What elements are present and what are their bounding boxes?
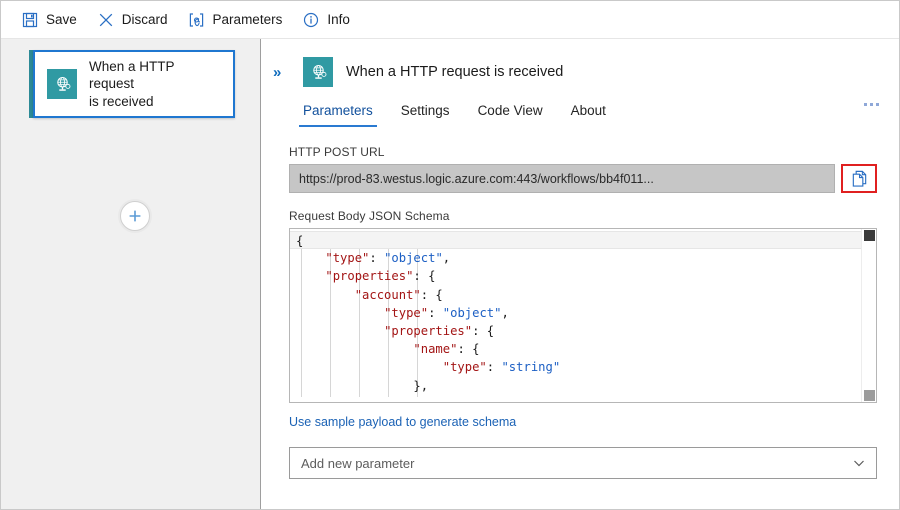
http-post-url-input[interactable]: https://prod-83.westus.logic.azure.com:4… xyxy=(289,164,835,193)
code-line: "type": "object", xyxy=(290,304,861,322)
add-new-parameter-dropdown[interactable]: Add new parameter xyxy=(289,447,877,479)
discard-x-icon xyxy=(97,11,115,29)
ellipsis-dot xyxy=(864,103,867,106)
info-button-label: Info xyxy=(327,13,350,27)
http-post-url-row: https://prod-83.westus.logic.azure.com:4… xyxy=(289,164,877,193)
add-step-button[interactable] xyxy=(120,201,150,231)
code-token: "properties" xyxy=(384,324,472,338)
code-token: "object" xyxy=(384,251,443,265)
trigger-node-title-line1: When a HTTP request xyxy=(89,58,217,93)
ellipsis-dot xyxy=(876,103,879,106)
scroll-up-arrow[interactable] xyxy=(864,230,875,241)
code-line: "name": { xyxy=(290,340,861,358)
code-token: : { xyxy=(421,288,443,302)
code-token: "type" xyxy=(325,251,369,265)
parameters-at-bracket-icon xyxy=(188,11,206,29)
copy-documents-icon xyxy=(850,169,869,188)
code-token: : { xyxy=(413,269,435,283)
code-token xyxy=(296,269,325,283)
code-token xyxy=(296,288,355,302)
more-options-ellipsis-icon[interactable] xyxy=(860,99,883,110)
use-sample-payload-link[interactable]: Use sample payload to generate schema xyxy=(289,415,516,429)
pane-header: » When a HTTP request is received xyxy=(261,39,899,91)
info-button[interactable]: Info xyxy=(296,7,360,33)
code-token xyxy=(296,360,443,374)
sample-payload-row: Use sample payload to generate schema xyxy=(289,413,877,431)
scroll-down-arrow[interactable] xyxy=(864,390,875,401)
save-floppy-icon xyxy=(21,11,39,29)
save-button-label: Save xyxy=(46,13,77,27)
code-token xyxy=(296,324,384,338)
parameters-button-label: Parameters xyxy=(213,13,283,27)
code-token xyxy=(296,342,413,356)
designer-canvas: When a HTTP request is received xyxy=(1,39,261,509)
code-line: "properties": { xyxy=(290,267,861,285)
code-line: "type": "string" xyxy=(290,358,861,376)
code-token: "type" xyxy=(384,306,428,320)
tab-settings[interactable]: Settings xyxy=(387,97,464,127)
code-line: { xyxy=(290,231,861,249)
save-button[interactable]: Save xyxy=(15,7,87,33)
discard-button-label: Discard xyxy=(122,13,168,27)
code-token: "type" xyxy=(443,360,487,374)
json-schema-code[interactable]: { "type": "object", "properties": { "acc… xyxy=(290,231,861,402)
code-token: "string" xyxy=(501,360,560,374)
http-request-globe-icon xyxy=(47,69,77,99)
code-area[interactable]: { "type": "object", "properties": { "acc… xyxy=(290,229,861,402)
editor-vertical-scrollbar[interactable] xyxy=(861,229,876,402)
code-token: }, xyxy=(413,379,428,393)
plus-icon xyxy=(127,208,143,224)
trigger-node-title: When a HTTP request is received xyxy=(89,58,217,111)
code-line: "account": { xyxy=(290,286,861,304)
code-token xyxy=(296,251,325,265)
code-token: "name" xyxy=(413,342,457,356)
tab-code-view[interactable]: Code View xyxy=(464,97,557,127)
code-token: , xyxy=(501,306,508,320)
tab-about[interactable]: About xyxy=(557,97,620,127)
http-request-globe-icon xyxy=(303,57,333,87)
code-token xyxy=(296,306,384,320)
code-line: }, xyxy=(290,377,861,395)
code-token: , xyxy=(443,251,450,265)
ellipsis-dot xyxy=(870,103,873,106)
code-token: : xyxy=(428,306,443,320)
chevron-down-icon xyxy=(852,456,866,470)
code-token: : xyxy=(487,360,502,374)
code-token: : { xyxy=(472,324,494,338)
command-bar: Save Discard Parameters xyxy=(1,1,899,39)
discard-button[interactable]: Discard xyxy=(91,7,178,33)
info-circle-icon xyxy=(302,11,320,29)
collapse-pane-button[interactable]: » xyxy=(273,64,295,81)
code-token: "account" xyxy=(355,288,421,302)
code-token: : xyxy=(369,251,384,265)
tab-parameters[interactable]: Parameters xyxy=(289,97,387,127)
add-new-parameter-placeholder: Add new parameter xyxy=(301,456,414,471)
code-token: "object" xyxy=(443,306,502,320)
copy-url-button[interactable] xyxy=(841,164,877,193)
trigger-node-card[interactable]: When a HTTP request is received xyxy=(33,50,235,118)
logic-app-designer-window: Save Discard Parameters xyxy=(0,0,900,510)
code-token xyxy=(296,379,413,393)
trigger-node-title-line2: is received xyxy=(89,93,217,111)
parameters-tab-content: HTTP POST URL https://prod-83.westus.log… xyxy=(261,137,899,509)
code-line: "type": "object", xyxy=(290,249,861,267)
pane-title: When a HTTP request is received xyxy=(346,64,563,80)
workspace: When a HTTP request is received » xyxy=(1,39,899,509)
parameters-button[interactable]: Parameters xyxy=(182,7,293,33)
http-post-url-label: HTTP POST URL xyxy=(289,145,877,159)
request-body-schema-editor[interactable]: { "type": "object", "properties": { "acc… xyxy=(289,228,877,403)
code-token: "properties" xyxy=(325,269,413,283)
trigger-details-pane: » When a HTTP request is received xyxy=(261,39,899,509)
pane-tabs: Parameters Settings Code View About xyxy=(261,97,899,137)
request-body-schema-label: Request Body JSON Schema xyxy=(289,209,877,223)
code-token: { xyxy=(296,234,303,248)
editor-horizontal-scrollbar[interactable] xyxy=(290,397,861,402)
code-token: : { xyxy=(457,342,479,356)
code-line: "properties": { xyxy=(290,322,861,340)
